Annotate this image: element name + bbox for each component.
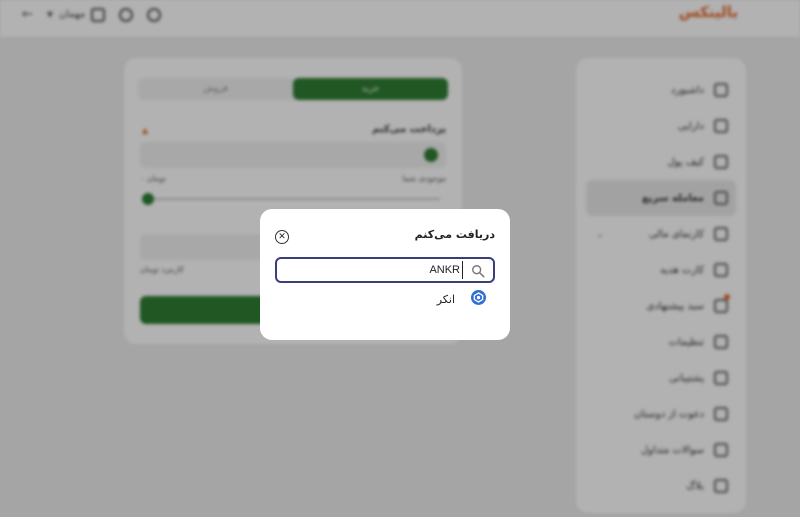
search-icon [472, 265, 485, 278]
ankr-coin-icon [471, 290, 486, 305]
search-box [275, 257, 495, 283]
search-input[interactable] [283, 261, 463, 279]
coin-name: انکر [436, 293, 455, 306]
close-icon: ✕ [278, 231, 286, 242]
coin-result-item[interactable]: انکر [275, 289, 495, 311]
coin-select-modal: دریافت می‌کنم ✕ انکر [260, 209, 510, 340]
close-button[interactable]: ✕ [275, 230, 289, 244]
modal-title: دریافت می‌کنم [414, 228, 495, 241]
